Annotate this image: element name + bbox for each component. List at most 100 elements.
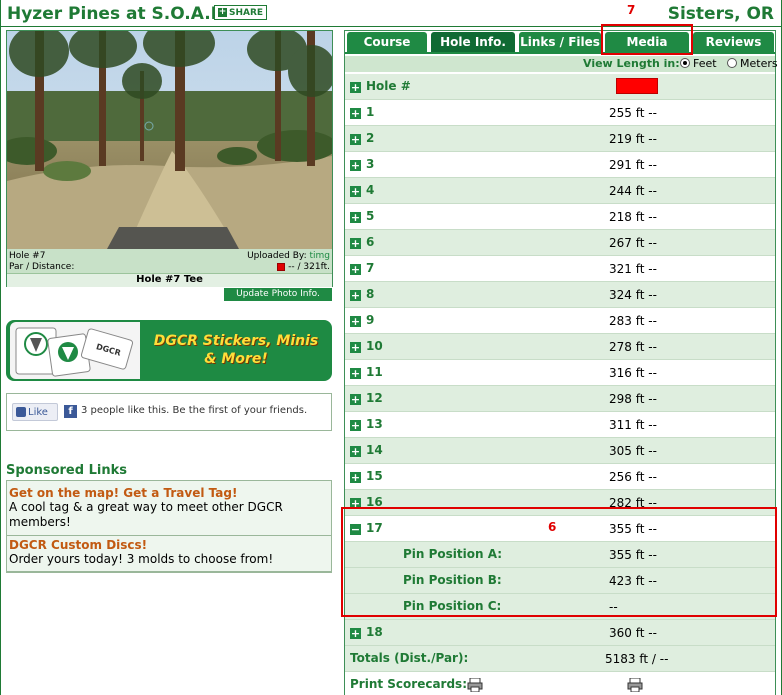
share-label: SHARE — [229, 7, 264, 18]
like-count-text: 3 people like this. Be the first of your… — [81, 405, 308, 416]
ad-item[interactable]: Get on the map! Get a Travel Tag! A cool… — [9, 486, 329, 530]
expand-icon[interactable]: + — [350, 134, 361, 145]
expand-icon[interactable]: + — [350, 368, 361, 379]
hole-distance: 255 ft -- — [609, 106, 657, 120]
ad-title[interactable]: DGCR Custom Discs! — [9, 538, 329, 552]
hole-row[interactable]: +12 298 ft -- — [345, 386, 775, 412]
ad-description: A cool tag & a great way to meet other D… — [9, 500, 283, 529]
expand-icon[interactable]: + — [350, 472, 361, 483]
hole-distance: 324 ft -- — [609, 288, 657, 302]
hole17-highlight-box — [341, 507, 777, 617]
hole-row[interactable]: +14 305 ft -- — [345, 438, 775, 464]
feet-radio[interactable] — [680, 58, 690, 68]
expand-icon[interactable]: + — [350, 628, 361, 639]
hole-distance: 291 ft -- — [609, 158, 657, 172]
facebook-like-box: Like f 3 people like this. Be the first … — [6, 393, 332, 431]
hole-distance: 311 ft -- — [609, 418, 657, 432]
banner-line-2: & More! — [204, 351, 268, 367]
print-scorecards-row: Print Scorecards: — [345, 672, 775, 695]
hole-row[interactable]: +3 291 ft -- — [345, 152, 775, 178]
hole-row[interactable]: +2 219 ft -- — [345, 126, 775, 152]
media-highlight-box — [601, 24, 693, 55]
ad-description: Order yours today! 3 molds to choose fro… — [9, 552, 274, 566]
hole-row[interactable]: +6 267 ft -- — [345, 230, 775, 256]
meters-radio[interactable] — [727, 58, 737, 68]
sponsored-links-heading: Sponsored Links — [6, 463, 127, 478]
hole-photo-panel: Hole #7 Uploaded By: timg Par / Distance… — [6, 30, 333, 287]
printer-icon[interactable] — [627, 677, 643, 693]
hole-number: 10 — [366, 339, 383, 353]
expand-icon[interactable]: + — [350, 446, 361, 457]
stickers-banner[interactable]: DGCR DGCR Stickers, Minis & More! — [6, 320, 332, 381]
hole-row[interactable]: +1 255 ft -- — [345, 100, 775, 126]
expand-icon[interactable]: + — [350, 186, 361, 197]
thumbs-up-icon — [16, 407, 26, 417]
expand-icon[interactable]: + — [350, 394, 361, 405]
banner-line-1: DGCR Stickers, Minis — [153, 333, 319, 349]
expand-icon[interactable]: + — [350, 108, 361, 119]
hole-number: 1 — [366, 105, 375, 119]
hole-number: 9 — [366, 313, 375, 327]
hole-row[interactable]: +8 324 ft -- — [345, 282, 775, 308]
hole-row[interactable]: +13 311 ft -- — [345, 412, 775, 438]
course-title: Hyzer Pines at S.O.A.R. — [7, 4, 231, 24]
tab-links-files[interactable]: Links / Files — [519, 32, 601, 52]
totals-row: Totals (Dist./Par): 5183 ft / -- — [345, 646, 775, 672]
hole-row[interactable]: +4 244 ft -- — [345, 178, 775, 204]
hole-distance: 244 ft -- — [609, 184, 657, 198]
hole-row[interactable]: +5 218 ft -- — [345, 204, 775, 230]
ad-item[interactable]: DGCR Custom Discs! Order yours today! 3 … — [9, 538, 329, 567]
update-photo-info-button[interactable]: Update Photo Info. — [224, 288, 332, 301]
hole-number: 7 — [366, 261, 375, 275]
expand-icon[interactable]: + — [350, 290, 361, 301]
hole-distance: 283 ft -- — [609, 314, 657, 328]
hole-number: 13 — [366, 417, 383, 431]
hole-distance: 298 ft -- — [609, 392, 657, 406]
hole-number: 4 — [366, 183, 375, 197]
hole-row[interactable]: +9 283 ft -- — [345, 308, 775, 334]
scorecard-print-icon[interactable] — [467, 677, 483, 693]
tab-hole-info[interactable]: Hole Info. — [431, 32, 515, 52]
hole-number: 18 — [366, 625, 383, 639]
tab-reviews[interactable]: Reviews — [693, 32, 774, 52]
sticker-images: DGCR — [10, 322, 140, 379]
hole-number: 6 — [366, 235, 375, 249]
hole-distance: 256 ft -- — [609, 470, 657, 484]
page-border-left — [0, 0, 1, 695]
hole-row[interactable]: +10 278 ft -- — [345, 334, 775, 360]
feet-label: Feet — [693, 57, 717, 70]
par-distance-label: Par / Distance: — [9, 262, 75, 272]
hole-row[interactable]: +7 321 ft -- — [345, 256, 775, 282]
hole-header-row[interactable]: + Hole # — [345, 74, 775, 100]
ad-divider — [7, 535, 331, 536]
hole-photo[interactable] — [7, 31, 332, 249]
totals-value: 5183 ft / -- — [605, 652, 669, 666]
hole-number: 15 — [366, 469, 383, 483]
hole-row[interactable]: +11 316 ft -- — [345, 360, 775, 386]
expand-icon[interactable]: + — [350, 264, 361, 275]
expand-icon[interactable]: + — [350, 342, 361, 353]
hole-row[interactable]: +15 256 ft -- — [345, 464, 775, 490]
expand-icon[interactable]: + — [350, 82, 361, 93]
tab-bar: Course Info. Hole Info. Links / Files Me… — [345, 31, 775, 69]
uploader-link[interactable]: timg — [309, 251, 330, 261]
expand-icon[interactable]: + — [350, 316, 361, 327]
hole-row[interactable]: +18 360 ft -- — [345, 620, 775, 646]
red-tee-color-swatch — [616, 78, 658, 94]
view-length-label: View Length in: — [583, 57, 680, 70]
ad-divider — [7, 571, 331, 572]
hole-distance: 360 ft -- — [609, 626, 657, 640]
hole-number: 12 — [366, 391, 383, 405]
expand-icon[interactable]: + — [350, 160, 361, 171]
banner-text: DGCR Stickers, Minis & More! — [146, 332, 326, 368]
photo-caption: Hole #7 Tee — [7, 273, 332, 287]
tab-course-info[interactable]: Course Info. — [347, 32, 427, 69]
facebook-icon: f — [64, 405, 77, 418]
ad-title[interactable]: Get on the map! Get a Travel Tag! — [9, 486, 329, 500]
like-button[interactable]: Like — [12, 403, 58, 421]
expand-icon[interactable]: + — [350, 420, 361, 431]
hole-number: 2 — [366, 131, 375, 145]
expand-icon[interactable]: + — [350, 212, 361, 223]
share-button[interactable]: + SHARE — [214, 5, 268, 20]
expand-icon[interactable]: + — [350, 238, 361, 249]
